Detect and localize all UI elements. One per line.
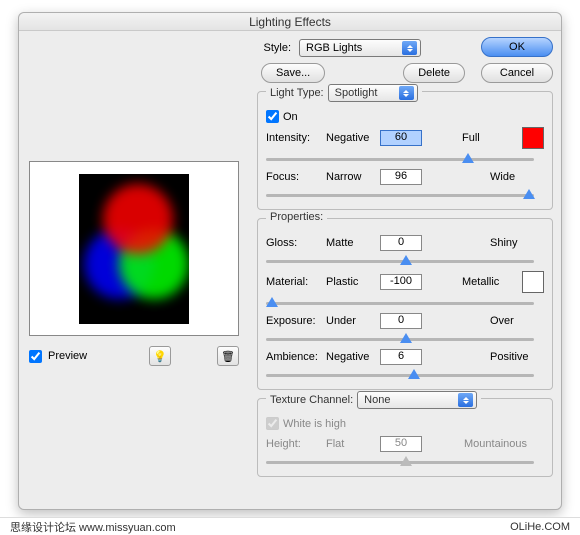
add-light-button[interactable]: 💡 <box>149 346 171 366</box>
white-is-high-checkbox <box>266 417 279 430</box>
gloss-label: Gloss: <box>266 237 326 249</box>
left-column: Preview 💡 🗑 <box>29 161 249 366</box>
on-label: On <box>283 111 298 123</box>
properties-group: Properties: Gloss: Matte 0 Shiny Materia… <box>257 218 553 390</box>
ambience-value[interactable]: 6 <box>380 349 422 365</box>
height-label: Height: <box>266 438 326 450</box>
texture-value: None <box>364 394 390 406</box>
gloss-value[interactable]: 0 <box>380 235 422 251</box>
preview-area[interactable] <box>29 161 239 336</box>
chevron-updown-icon <box>458 393 473 407</box>
material-right: Metallic <box>462 276 516 288</box>
ambience-right: Positive <box>490 351 544 363</box>
material-left: Plastic <box>326 276 380 288</box>
footer-right: OLiHe.COM <box>510 521 570 533</box>
dialog-window: Lighting Effects OK Cancel Style: RGB Li… <box>18 12 562 510</box>
cancel-label: Cancel <box>500 67 534 79</box>
exposure-slider[interactable] <box>266 333 534 345</box>
ambient-color-swatch[interactable] <box>522 271 544 293</box>
red-light-blob <box>103 184 173 254</box>
exposure-left: Under <box>326 315 380 327</box>
material-label: Material: <box>266 276 326 288</box>
height-slider <box>266 456 534 468</box>
chevron-updown-icon <box>399 86 414 100</box>
trash-icon: 🗑 <box>221 350 235 363</box>
exposure-label: Exposure: <box>266 315 326 327</box>
gloss-slider[interactable] <box>266 255 534 267</box>
save-button[interactable]: Save... <box>261 63 325 83</box>
window-title: Lighting Effects <box>19 13 561 31</box>
ambience-label: Ambience: <box>266 351 326 363</box>
style-value: RGB Lights <box>306 42 362 54</box>
delete-button[interactable]: Delete <box>403 63 465 83</box>
right-column: OK Cancel Style: RGB Lights Save... Dele… <box>257 37 553 477</box>
preview-label: Preview <box>48 350 87 362</box>
light-color-swatch[interactable] <box>522 127 544 149</box>
white-is-high-label: White is high <box>283 418 346 430</box>
focus-left: Narrow <box>326 171 380 183</box>
save-label: Save... <box>276 67 310 79</box>
footer-left: 思缘设计论坛 www.missyuan.com <box>10 519 176 535</box>
gloss-left: Matte <box>326 237 380 249</box>
material-slider[interactable] <box>266 297 534 309</box>
light-type-value: Spotlight <box>335 87 378 99</box>
dialog-content: OK Cancel Style: RGB Lights Save... Dele… <box>19 31 561 509</box>
focus-value[interactable]: 96 <box>380 169 422 185</box>
exposure-value[interactable]: 0 <box>380 313 422 329</box>
preview-image <box>79 174 189 324</box>
ambience-left: Negative <box>326 351 380 363</box>
gloss-right: Shiny <box>490 237 544 249</box>
chevron-updown-icon <box>402 41 417 55</box>
dialog-action-buttons: OK Cancel <box>481 37 553 83</box>
intensity-right: Full <box>462 132 516 144</box>
ok-label: OK <box>509 41 525 53</box>
cancel-button[interactable]: Cancel <box>481 63 553 83</box>
height-left: Flat <box>326 438 380 450</box>
texture-legend: Texture Channel: <box>270 394 353 406</box>
light-type-group: Light Type: Spotlight On Intensity: Nega… <box>257 91 553 210</box>
style-select[interactable]: RGB Lights <box>299 39 421 57</box>
height-right: Mountainous <box>464 438 544 450</box>
material-value[interactable]: -100 <box>380 274 422 290</box>
focus-slider[interactable] <box>266 189 534 201</box>
intensity-value[interactable]: 60 <box>380 130 422 146</box>
lightbulb-icon: 💡 <box>153 350 167 363</box>
height-value: 50 <box>380 436 422 452</box>
focus-label: Focus: <box>266 171 326 183</box>
texture-group: Texture Channel: None White is high Heig… <box>257 398 553 477</box>
style-label: Style: <box>257 42 291 54</box>
intensity-slider[interactable] <box>266 153 534 165</box>
intensity-label: Intensity: <box>266 132 326 144</box>
preview-checkbox[interactable] <box>29 350 42 363</box>
ambience-slider[interactable] <box>266 369 534 381</box>
delete-light-button[interactable]: 🗑 <box>217 346 239 366</box>
intensity-left: Negative <box>326 132 380 144</box>
exposure-right: Over <box>490 315 544 327</box>
light-type-select[interactable]: Spotlight <box>328 84 418 102</box>
ok-button[interactable]: OK <box>481 37 553 57</box>
texture-channel-select[interactable]: None <box>357 391 477 409</box>
page-footer: 思缘设计论坛 www.missyuan.com OLiHe.COM <box>0 517 580 535</box>
light-type-legend: Light Type: <box>270 87 324 99</box>
focus-right: Wide <box>490 171 544 183</box>
delete-label: Delete <box>418 67 450 79</box>
on-checkbox[interactable] <box>266 110 279 123</box>
properties-legend: Properties: <box>266 211 327 223</box>
